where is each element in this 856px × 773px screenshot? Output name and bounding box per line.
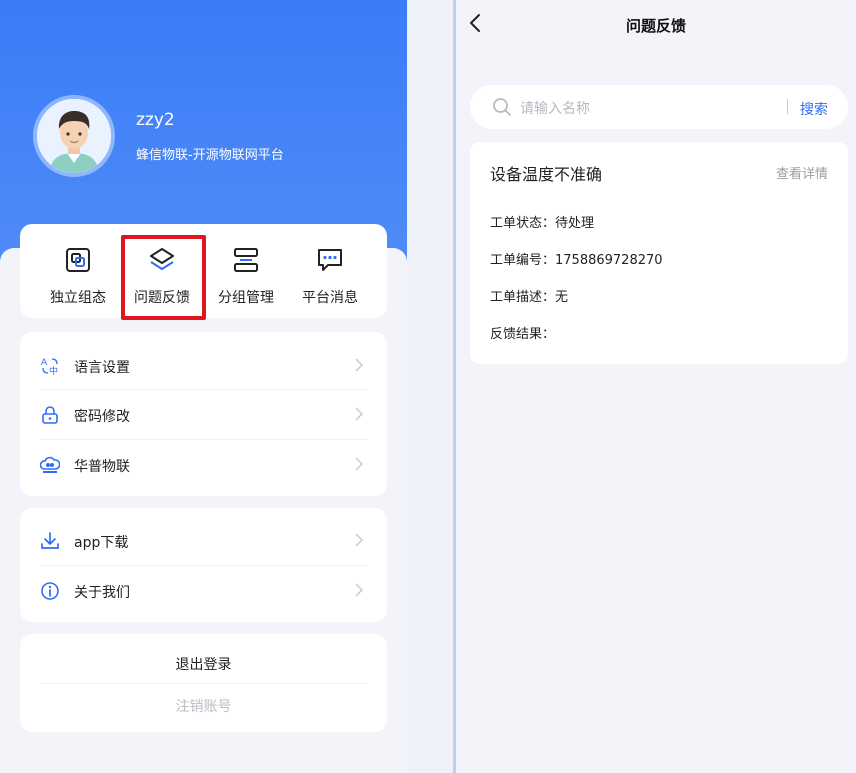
work-order-description: 工单描述：无 [490,290,569,305]
search-icon [493,98,511,116]
logout-button[interactable]: 退出登录 [20,654,387,674]
work-order-status: 工单状态：待处理 [490,216,595,231]
search-separator [787,99,788,114]
feedback-screen: 问题反馈 请输入名称 搜索 设备温度不准确 查看详情 工单状态：待处理 工单编号… [453,0,856,773]
quick-action-group-management[interactable]: 分组管理 [204,224,288,318]
lock-icon [42,406,58,424]
menu-item-huapu-iot[interactable]: 华普物联 [40,440,367,490]
group-icon [234,248,258,272]
page-title: 问题反馈 [625,17,686,35]
feedback-result: 反馈结果： [490,327,556,342]
platform-name: 蜂信物联-开源物联网平台 [136,148,284,163]
account-card: 退出登录 注销账号 [20,634,387,732]
avatar[interactable] [33,95,115,177]
chevron-right-icon [355,457,363,471]
info-icon [41,582,59,600]
username: zzy2 [136,110,175,130]
menu-item-label: 华普物联 [74,459,130,475]
quick-action-label: 分组管理 [218,290,274,306]
chevron-right-icon [355,533,363,547]
menu-item-app-download[interactable]: app下载 [40,516,367,566]
profile-screen: zzy2 蜂信物联-开源物联网平台 独立组态 问题反馈 分组管理 平台消息 A … [0,0,407,773]
divider [40,683,367,684]
cloud-logo-icon [40,456,60,473]
work-order-card[interactable]: 设备温度不准确 查看详情 工单状态：待处理 工单编号：1758869728270… [470,142,848,364]
work-order-number: 工单编号：1758869728270 [490,253,663,268]
menu-item-label: 密码修改 [74,409,130,425]
avatar-illustration [37,99,111,173]
more-menu-card: app下载 关于我们 [20,508,387,622]
message-icon [318,249,342,271]
svg-text:A: A [41,358,48,368]
menu-item-label: 关于我们 [74,585,130,601]
menu-item-password[interactable]: 密码修改 [40,390,367,440]
language-icon: A 中 [41,358,58,376]
highlight-box [121,235,206,320]
menu-item-about-us[interactable]: 关于我们 [40,566,367,616]
svg-text:中: 中 [49,365,58,376]
grid-layers-icon [66,248,90,272]
menu-item-language[interactable]: A 中 语言设置 [40,341,367,391]
nav-bar: 问题反馈 [456,0,856,50]
download-icon [41,532,59,549]
search-bar: 请输入名称 搜索 [470,85,848,129]
search-input[interactable]: 请输入名称 [520,98,590,118]
settings-menu-card: A 中 语言设置 密码修改 华普物联 [20,332,387,496]
menu-item-label: app下载 [74,535,129,551]
search-button[interactable]: 搜索 [800,99,828,119]
view-details-link[interactable]: 查看详情 [776,163,828,182]
chevron-right-icon [355,407,363,421]
work-order-title: 设备温度不准确 [490,165,603,184]
chevron-right-icon [355,583,363,597]
quick-action-standalone-config[interactable]: 独立组态 [36,224,120,318]
quick-action-label: 平台消息 [302,290,358,306]
chevron-right-icon [355,358,363,372]
menu-item-label: 语言设置 [74,360,130,376]
quick-action-label: 独立组态 [50,290,106,306]
quick-action-platform-messages[interactable]: 平台消息 [288,224,372,318]
cancel-account-button[interactable]: 注销账号 [20,696,387,716]
